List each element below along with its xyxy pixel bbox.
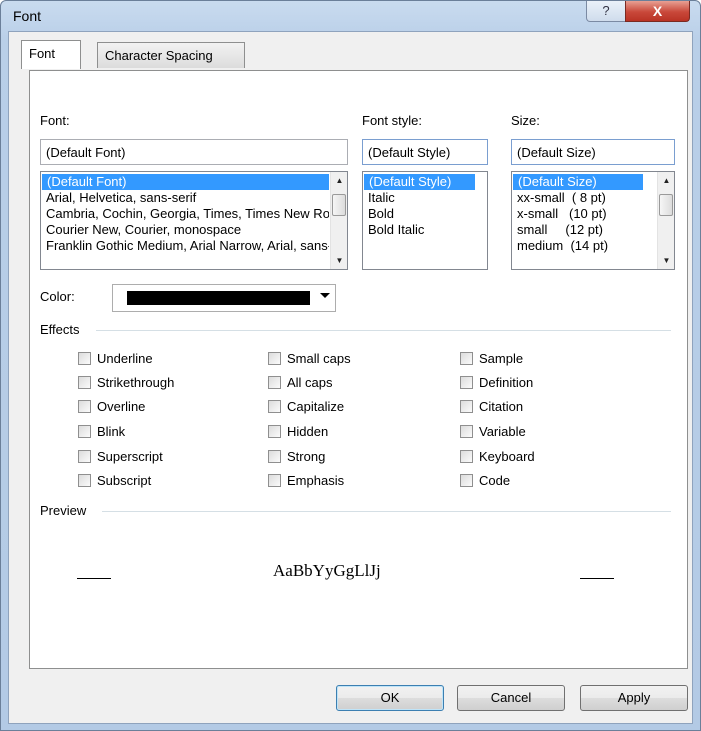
checkbox-label: Code bbox=[479, 473, 511, 488]
checkbox-label: Capitalize bbox=[287, 399, 345, 414]
font-label: Font: bbox=[40, 113, 70, 128]
checkbox-label: Small caps bbox=[287, 351, 351, 366]
preview-group-label: Preview bbox=[40, 503, 87, 518]
scroll-down-icon[interactable]: ▼ bbox=[658, 252, 674, 269]
preview-divider bbox=[102, 511, 671, 512]
list-item[interactable]: Bold Italic bbox=[363, 222, 487, 238]
checkbox-box[interactable] bbox=[78, 352, 91, 365]
color-label: Color: bbox=[40, 289, 75, 304]
checkbox-box[interactable] bbox=[460, 376, 473, 389]
preview-right-rule bbox=[580, 578, 614, 579]
list-item[interactable]: (Default Font) bbox=[42, 174, 329, 190]
scroll-down-icon[interactable]: ▼ bbox=[331, 252, 347, 269]
checkbox-box[interactable] bbox=[268, 450, 281, 463]
list-item[interactable]: xx-small ( 8 pt) bbox=[512, 190, 674, 206]
checkbox-label: Definition bbox=[479, 375, 534, 390]
preview-left-rule bbox=[77, 578, 111, 579]
checkbox-label: Superscript bbox=[97, 449, 163, 464]
list-item[interactable]: (Default Style) bbox=[364, 174, 475, 190]
checkbox-label: Keyboard bbox=[479, 449, 535, 464]
scroll-up-icon[interactable]: ▲ bbox=[658, 172, 674, 189]
checkbox-label: Strong bbox=[287, 449, 326, 464]
chevron-down-icon[interactable] bbox=[320, 293, 330, 298]
list-item[interactable]: Arial, Helvetica, sans-serif bbox=[41, 190, 329, 206]
apply-button[interactable]: Apply bbox=[580, 685, 688, 711]
checkbox-label: Hidden bbox=[287, 424, 329, 439]
effects-group-label: Effects bbox=[40, 322, 80, 337]
size-listbox[interactable]: (Default Size) xx-small ( 8 pt) x-small … bbox=[511, 171, 675, 270]
checkbox-label: Underline bbox=[97, 351, 153, 366]
checkbox-box[interactable] bbox=[460, 450, 473, 463]
cancel-button[interactable]: Cancel bbox=[457, 685, 565, 711]
title-bar[interactable]: Font ? X bbox=[1, 1, 700, 31]
close-button[interactable]: X bbox=[625, 1, 690, 22]
checkbox-label: Blink bbox=[97, 424, 126, 439]
help-button[interactable]: ? bbox=[586, 1, 626, 22]
checkbox-label: Sample bbox=[479, 351, 524, 366]
size-list-scrollbar[interactable]: ▲ ▼ bbox=[657, 172, 674, 269]
list-item[interactable]: x-small (10 pt) bbox=[512, 206, 674, 222]
checkbox-label: Subscript bbox=[97, 473, 152, 488]
tab-character-spacing[interactable]: Character Spacing bbox=[97, 42, 245, 68]
list-item[interactable]: Courier New, Courier, monospace bbox=[41, 222, 329, 238]
checkbox-box[interactable] bbox=[460, 400, 473, 413]
checkbox-box[interactable] bbox=[268, 425, 281, 438]
scroll-thumb[interactable] bbox=[332, 194, 346, 216]
checkbox-label: Strikethrough bbox=[97, 375, 175, 390]
tab-font[interactable]: Font bbox=[21, 40, 81, 69]
checkbox-box[interactable] bbox=[78, 400, 91, 413]
font-input[interactable]: (Default Font) bbox=[40, 139, 348, 165]
list-item[interactable]: Bold bbox=[363, 206, 487, 222]
list-item[interactable]: Italic bbox=[363, 190, 487, 206]
scroll-thumb[interactable] bbox=[659, 194, 673, 216]
size-input[interactable]: (Default Size) bbox=[511, 139, 675, 165]
font-list-scrollbar[interactable]: ▲ ▼ bbox=[330, 172, 347, 269]
tab-character-spacing-label: Character Spacing bbox=[105, 48, 213, 63]
checkbox-box[interactable] bbox=[78, 450, 91, 463]
checkbox-label: Variable bbox=[479, 424, 526, 439]
checkbox-box[interactable] bbox=[268, 400, 281, 413]
list-item[interactable]: medium (14 pt) bbox=[512, 238, 674, 254]
font-style-listbox[interactable]: (Default Style) Italic Bold Bold Italic bbox=[362, 171, 488, 270]
window-title: Font bbox=[13, 8, 42, 24]
color-swatch bbox=[127, 291, 310, 305]
checkbox-label: Overline bbox=[97, 399, 146, 414]
checkbox-label: All caps bbox=[287, 375, 333, 390]
preview-sample-text: AaBbYyGgLlJj bbox=[273, 561, 381, 580]
tab-font-label: Font bbox=[29, 46, 56, 61]
checkbox-label: Citation bbox=[479, 399, 524, 414]
checkbox-box[interactable] bbox=[268, 376, 281, 389]
effects-divider bbox=[96, 330, 671, 331]
checkbox-box[interactable] bbox=[268, 474, 281, 487]
checkbox-box[interactable] bbox=[268, 352, 281, 365]
close-icon: X bbox=[652, 3, 663, 19]
font-style-label: Font style: bbox=[362, 113, 422, 128]
size-label: Size: bbox=[511, 113, 540, 128]
checkbox-box[interactable] bbox=[460, 352, 473, 365]
checkbox-label: Emphasis bbox=[287, 473, 345, 488]
scroll-up-icon[interactable]: ▲ bbox=[331, 172, 347, 189]
help-icon: ? bbox=[602, 3, 610, 18]
checkbox-box[interactable] bbox=[78, 474, 91, 487]
ok-button[interactable]: OK bbox=[336, 685, 444, 711]
list-item[interactable]: Franklin Gothic Medium, Arial Narrow, Ar… bbox=[41, 238, 329, 254]
color-dropdown[interactable] bbox=[112, 284, 336, 312]
checkbox-box[interactable] bbox=[460, 425, 473, 438]
list-item[interactable]: (Default Size) bbox=[513, 174, 643, 190]
checkbox-box[interactable] bbox=[460, 474, 473, 487]
list-item[interactable]: Cambria, Cochin, Georgia, Times, Times N… bbox=[41, 206, 329, 222]
checkbox-box[interactable] bbox=[78, 425, 91, 438]
font-listbox[interactable]: (Default Font) Arial, Helvetica, sans-se… bbox=[40, 171, 348, 270]
font-style-input[interactable]: (Default Style) bbox=[362, 139, 488, 165]
list-item[interactable]: small (12 pt) bbox=[512, 222, 674, 238]
checkbox-box[interactable] bbox=[78, 376, 91, 389]
